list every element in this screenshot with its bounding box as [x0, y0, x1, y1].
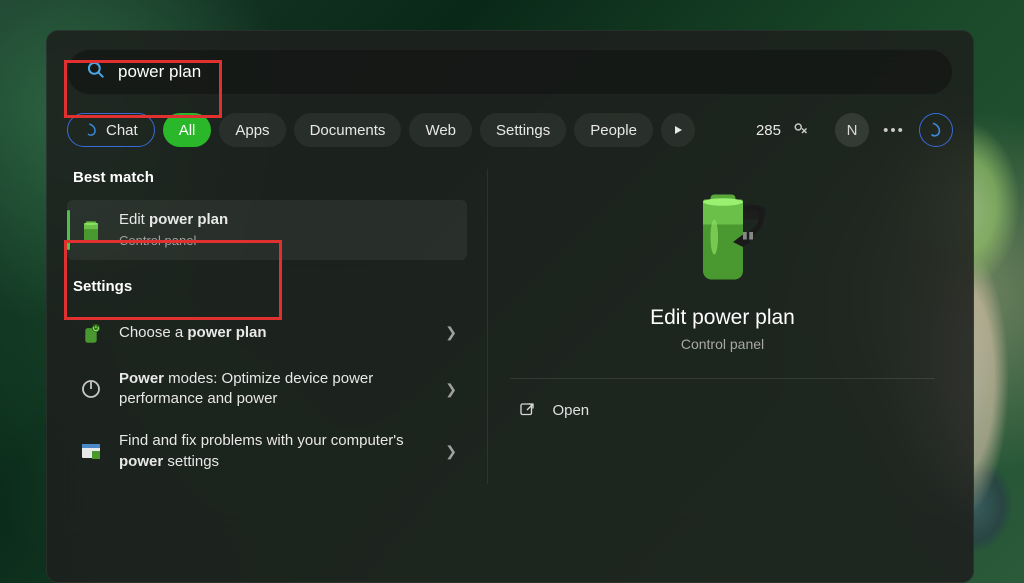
filter-people-label: People	[590, 122, 637, 139]
filter-web[interactable]: Web	[409, 113, 472, 147]
filter-all-label: All	[179, 122, 196, 139]
rewards-icon	[793, 121, 811, 139]
results-column: Best match Edit power plan Control panel…	[67, 169, 467, 484]
account-initial: N	[847, 122, 858, 139]
preview-title: Edit power plan	[650, 306, 795, 330]
filter-documents-label: Documents	[310, 122, 386, 139]
settings-result-text: Find and fix problems with your computer…	[119, 431, 431, 472]
filter-people[interactable]: People	[574, 113, 653, 147]
battery-icon	[77, 216, 105, 244]
best-match-result[interactable]: Edit power plan Control panel	[67, 200, 467, 260]
preview-open-label: Open	[552, 402, 589, 419]
filter-apps[interactable]: Apps	[219, 113, 285, 147]
power-plan-icon	[77, 319, 105, 347]
filter-settings[interactable]: Settings	[480, 113, 566, 147]
filter-row: Chat All Apps Documents Web Settings Peo…	[67, 113, 953, 147]
preview-battery-icon	[680, 187, 766, 292]
search-icon	[86, 60, 106, 85]
overflow-menu[interactable]: •••	[877, 113, 911, 147]
chevron-right-icon: ❯	[445, 381, 457, 398]
filter-apps-label: Apps	[235, 122, 269, 139]
filter-chat-label: Chat	[106, 122, 138, 139]
account-avatar[interactable]: N	[835, 113, 869, 147]
preview-pane: Edit power plan Control panel Open	[487, 169, 953, 484]
filter-web-label: Web	[425, 122, 456, 139]
open-icon	[518, 401, 536, 419]
settings-result-text: Power modes: Optimize device power perfo…	[119, 369, 431, 410]
section-best-match: Best match	[73, 169, 467, 186]
search-input[interactable]	[118, 62, 934, 82]
troubleshoot-icon	[77, 438, 105, 466]
rewards-points[interactable]: 285	[740, 113, 827, 147]
start-search-panel: Chat All Apps Documents Web Settings Peo…	[46, 30, 974, 583]
settings-result-power-modes[interactable]: Power modes: Optimize device power perfo…	[67, 359, 467, 420]
filter-all[interactable]: All	[163, 113, 212, 147]
settings-result-troubleshoot[interactable]: Find and fix problems with your computer…	[67, 421, 467, 482]
chevron-right-icon: ❯	[445, 443, 457, 460]
play-icon	[672, 124, 684, 136]
preview-subtitle: Control panel	[681, 336, 764, 352]
filter-chat[interactable]: Chat	[67, 113, 155, 147]
preview-open-action[interactable]: Open	[510, 389, 934, 431]
power-icon	[77, 375, 105, 403]
settings-result-text: Choose a power plan	[119, 323, 431, 343]
settings-results-list: Choose a power plan ❯ Power modes: Optim…	[67, 309, 467, 482]
chevron-right-icon: ❯	[445, 324, 457, 341]
filter-more-play[interactable]	[661, 113, 695, 147]
filter-settings-label: Settings	[496, 122, 550, 139]
bing-chat-button[interactable]	[919, 113, 953, 147]
filter-documents[interactable]: Documents	[294, 113, 402, 147]
best-match-text: Edit power plan Control panel	[119, 210, 457, 250]
bing-icon	[927, 121, 945, 139]
settings-result-choose-plan[interactable]: Choose a power plan ❯	[67, 309, 467, 357]
section-settings: Settings	[73, 278, 467, 295]
rewards-points-value: 285	[756, 122, 781, 139]
search-box[interactable]	[67, 49, 953, 95]
ellipsis-icon: •••	[883, 122, 905, 139]
